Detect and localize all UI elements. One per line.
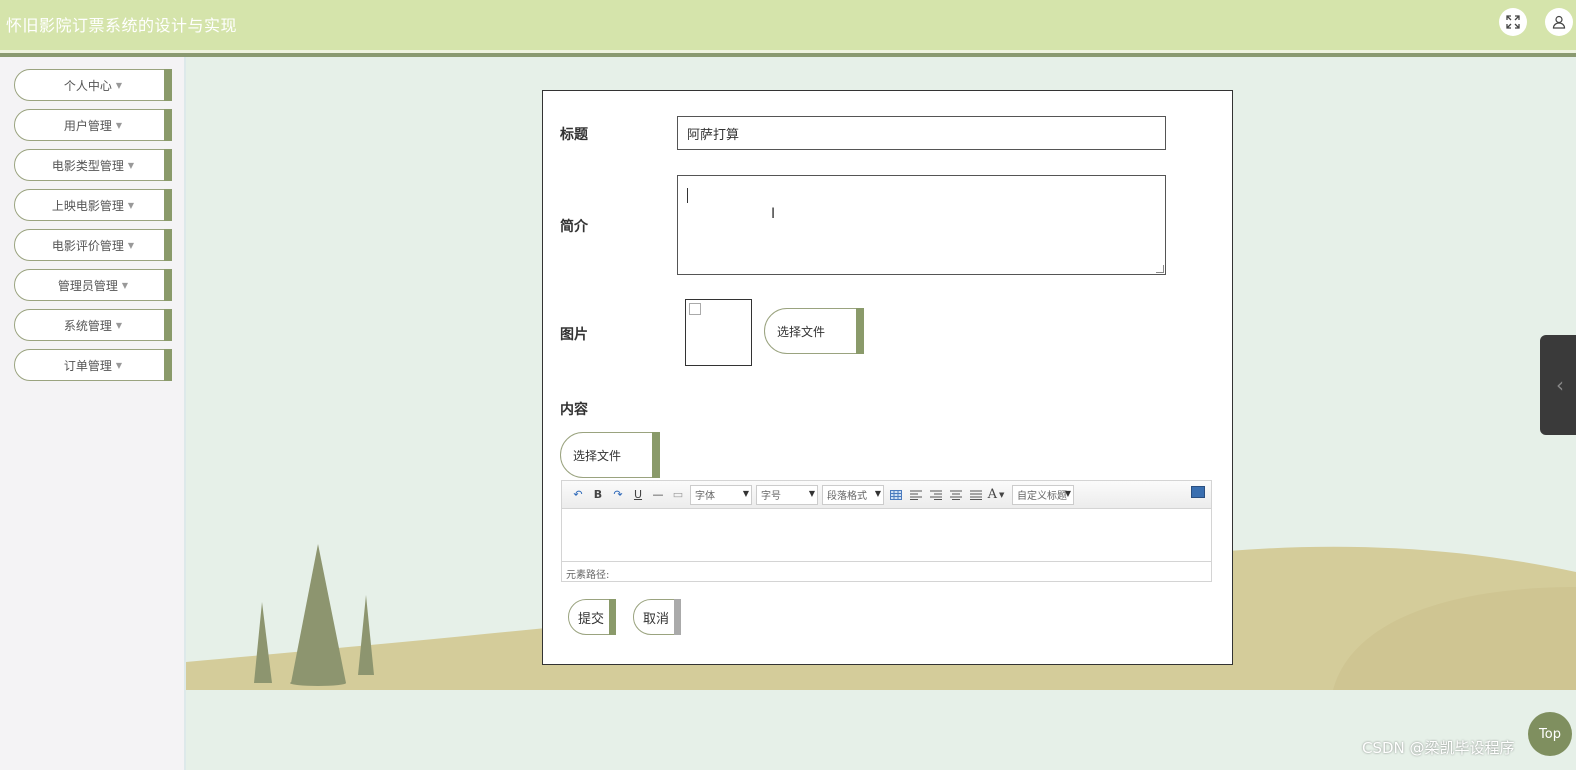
sidebar-item-system-management[interactable]: 系统管理 ▼ <box>14 309 172 341</box>
font-color-icon[interactable]: A ▼ <box>986 486 1006 504</box>
font-size-select[interactable]: 字号 ▼ <box>756 484 818 505</box>
chevron-left-icon: ‹ <box>1556 373 1564 397</box>
fullscreen-editor-icon[interactable] <box>1191 486 1205 498</box>
editor-toolbar: ↶ B ↷ U — ▭ 字体 ▼ 字号 ▼ 段落格式 ▼ A ▼ 自定义标题 ▼ <box>562 481 1211 509</box>
page-icon[interactable]: ▭ <box>668 486 688 504</box>
chevron-down-icon: ▼ <box>808 488 815 498</box>
button-label: 选择文件 <box>573 448 622 463</box>
content-label: 内容 <box>560 402 588 418</box>
caret-down-icon: ▼ <box>115 360 123 370</box>
font-color-glyph: A <box>987 487 997 502</box>
align-left-icon[interactable] <box>906 486 926 504</box>
sidebar-item-label: 管理员管理 <box>57 278 118 293</box>
text-caret <box>687 188 688 203</box>
sidebar-item-showing-movie-management[interactable]: 上映电影管理 ▼ <box>14 189 172 221</box>
watermark: CSDN @梁凯毕设程序 <box>1362 739 1515 757</box>
intro-label: 简介 <box>560 219 588 235</box>
sidebar-item-admin-management[interactable]: 管理员管理 ▼ <box>14 269 172 301</box>
user-icon[interactable] <box>1545 8 1573 36</box>
sidebar-item-order-management[interactable]: 订单管理 ▼ <box>14 349 172 381</box>
expand-icon[interactable] <box>1499 8 1527 36</box>
resize-handle[interactable] <box>1156 265 1164 273</box>
sidebar-item-label: 个人中心 <box>63 78 112 93</box>
form-panel: 标题 简介 I 图片 选择文件 内容 选择文件 ↶ B ↷ U — ▭ 字体▼ … <box>542 90 1233 665</box>
caret-down-icon: ▼ <box>127 240 135 250</box>
image-preview <box>685 299 752 366</box>
app-title: 怀旧影院订票系统的设计与实现 <box>6 16 238 35</box>
sidebar-item-label: 电影类型管理 <box>51 158 124 173</box>
sidebar-item-label: 系统管理 <box>63 318 112 333</box>
title-input[interactable] <box>677 116 1166 150</box>
caret-down-icon: ▼ <box>115 320 123 330</box>
redo-icon[interactable]: ↷ <box>608 486 628 504</box>
text-cursor-icon: I <box>771 206 776 222</box>
caret-down-icon: ▼ <box>121 280 129 290</box>
back-to-top-button[interactable]: Top <box>1528 712 1572 756</box>
button-label: 取消 <box>643 611 670 627</box>
caret-down-icon: ▼ <box>127 160 135 170</box>
chevron-down-icon: ▼ <box>999 490 1005 499</box>
table-icon[interactable] <box>886 486 906 504</box>
select-value: 段落格式 <box>827 491 867 502</box>
sidebar-item-label: 用户管理 <box>63 118 112 133</box>
caret-down-icon: ▼ <box>127 200 135 210</box>
custom-title-select[interactable]: 自定义标题 ▼ <box>1012 484 1074 505</box>
horizontal-rule-icon[interactable]: — <box>648 486 668 504</box>
sidebar-item-user-management[interactable]: 用户管理 ▼ <box>14 109 172 141</box>
select-value: 字号 <box>761 491 781 502</box>
undo-icon[interactable]: ↶ <box>568 486 588 504</box>
align-justify-icon[interactable] <box>966 486 986 504</box>
button-label: 选择文件 <box>777 324 826 339</box>
intro-textarea[interactable]: I <box>677 175 1166 275</box>
title-label: 标题 <box>560 127 588 143</box>
paragraph-format-select[interactable]: 段落格式 ▼ <box>822 484 884 505</box>
underline-icon[interactable]: U <box>628 486 648 504</box>
chevron-down-icon: ▼ <box>1064 488 1071 498</box>
cancel-button[interactable]: 取消 <box>633 599 681 635</box>
rich-text-editor: ↶ B ↷ U — ▭ 字体 ▼ 字号 ▼ 段落格式 ▼ A ▼ 自定义标题 ▼ 元素路径… <box>561 480 1212 582</box>
sidebar-item-movie-type-management[interactable]: 电影类型管理 ▼ <box>14 149 172 181</box>
element-path: 元素路径: <box>562 561 1211 581</box>
image-label: 图片 <box>560 327 588 343</box>
sidebar-item-personal-center[interactable]: 个人中心 ▼ <box>14 69 172 101</box>
sidebar: 个人中心 ▼ 用户管理 ▼ 电影类型管理 ▼ 上映电影管理 ▼ 电影评价管理 ▼ 管理员管… <box>0 57 186 770</box>
caret-down-icon: ▼ <box>115 80 123 90</box>
chevron-down-icon: ▼ <box>874 488 881 498</box>
broken-image-icon <box>689 303 701 315</box>
bold-icon[interactable]: B <box>588 486 608 504</box>
align-center-icon[interactable] <box>946 486 966 504</box>
chevron-down-icon: ▼ <box>742 488 749 498</box>
select-value: 自定义标题 <box>1017 491 1067 502</box>
button-label: 提交 <box>578 611 605 627</box>
sidebar-item-label: 上映电影管理 <box>51 198 124 213</box>
sidebar-item-label: 订单管理 <box>63 358 112 373</box>
select-value: 字体 <box>695 491 715 502</box>
caret-down-icon: ▼ <box>115 120 123 130</box>
content-choose-file-button[interactable]: 选择文件 <box>560 432 660 478</box>
image-choose-file-button[interactable]: 选择文件 <box>764 308 864 354</box>
align-right-icon[interactable] <box>926 486 946 504</box>
side-panel-toggle[interactable]: ‹ <box>1540 335 1576 435</box>
top-bar: 怀旧影院订票系统的设计与实现 <box>0 0 1576 50</box>
sidebar-item-movie-review-management[interactable]: 电影评价管理 ▼ <box>14 229 172 261</box>
font-family-select[interactable]: 字体 ▼ <box>690 484 752 505</box>
submit-button[interactable]: 提交 <box>568 599 616 635</box>
button-label: Top <box>1539 726 1561 742</box>
sidebar-item-label: 电影评价管理 <box>51 238 124 253</box>
